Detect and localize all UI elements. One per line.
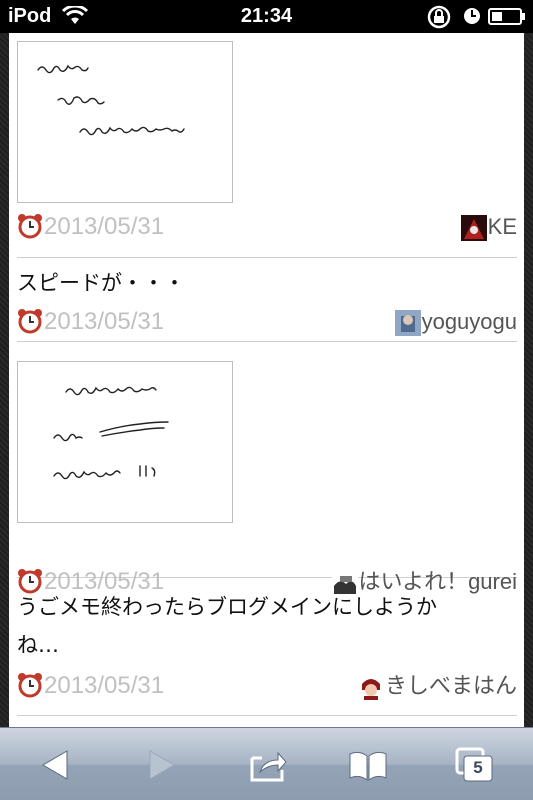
handwritten-sketch-icon <box>53 386 169 480</box>
battery-icon <box>488 8 525 25</box>
tabs-button[interactable]: 5 <box>455 746 495 784</box>
post-author[interactable]: きしべまはん <box>357 672 517 701</box>
post-text-line: ね… <box>17 633 59 657</box>
browser-toolbar: 5 <box>0 727 533 800</box>
avatar <box>460 215 487 242</box>
rotation-lock-icon <box>427 5 451 29</box>
alarm-clock-icon <box>18 673 42 698</box>
post-author[interactable]: yoguyogu <box>394 308 517 337</box>
status-time: 21:34 <box>240 5 293 27</box>
list-item: スピードが・・・ 2013/05/31 yoguyogu <box>17 257 517 342</box>
post-author[interactable]: KE <box>460 213 517 242</box>
post-date: 2013/05/31 <box>17 308 217 336</box>
list-item: 2013/05/31 KE <box>17 33 517 258</box>
sketch-image[interactable] <box>17 41 233 203</box>
list-item: 2013/05/31 はいよれ！gurei <box>17 341 517 597</box>
post-date: 2013/05/31 <box>17 672 217 700</box>
sketch-image[interactable] <box>17 361 233 523</box>
post-date: 2013/05/31 <box>17 213 217 241</box>
web-page: 2013/05/31 KE スピードが・・・ 2013/05/31 yoguyo… <box>0 33 533 727</box>
forward-icon[interactable] <box>140 746 180 784</box>
status-bar: iPod 21:34 <box>0 0 533 33</box>
tabs-count: 5 <box>473 758 483 777</box>
alarm-clock-icon <box>18 214 42 239</box>
avatar <box>357 674 384 701</box>
alarm-clock-icon <box>18 309 42 334</box>
bookmarks-icon[interactable] <box>348 746 388 784</box>
share-icon[interactable] <box>248 746 288 784</box>
post-list[interactable]: 2013/05/31 KE スピードが・・・ 2013/05/31 yoguyo… <box>9 33 524 727</box>
avatar <box>394 310 421 337</box>
post-text: うごメモ終わったらブログメインにしようか ね… <box>17 588 517 664</box>
alarm-status-icon <box>464 8 480 24</box>
handwritten-sketch-icon <box>37 64 185 136</box>
list-item: うごメモ終わったらブログメインにしようか ね… 2013/05/31 きしべまは… <box>17 577 517 716</box>
back-icon[interactable] <box>37 746 77 784</box>
post-text: スピードが・・・ <box>17 271 185 295</box>
post-text-line: うごメモ終わったらブログメインにしようか <box>17 595 437 619</box>
